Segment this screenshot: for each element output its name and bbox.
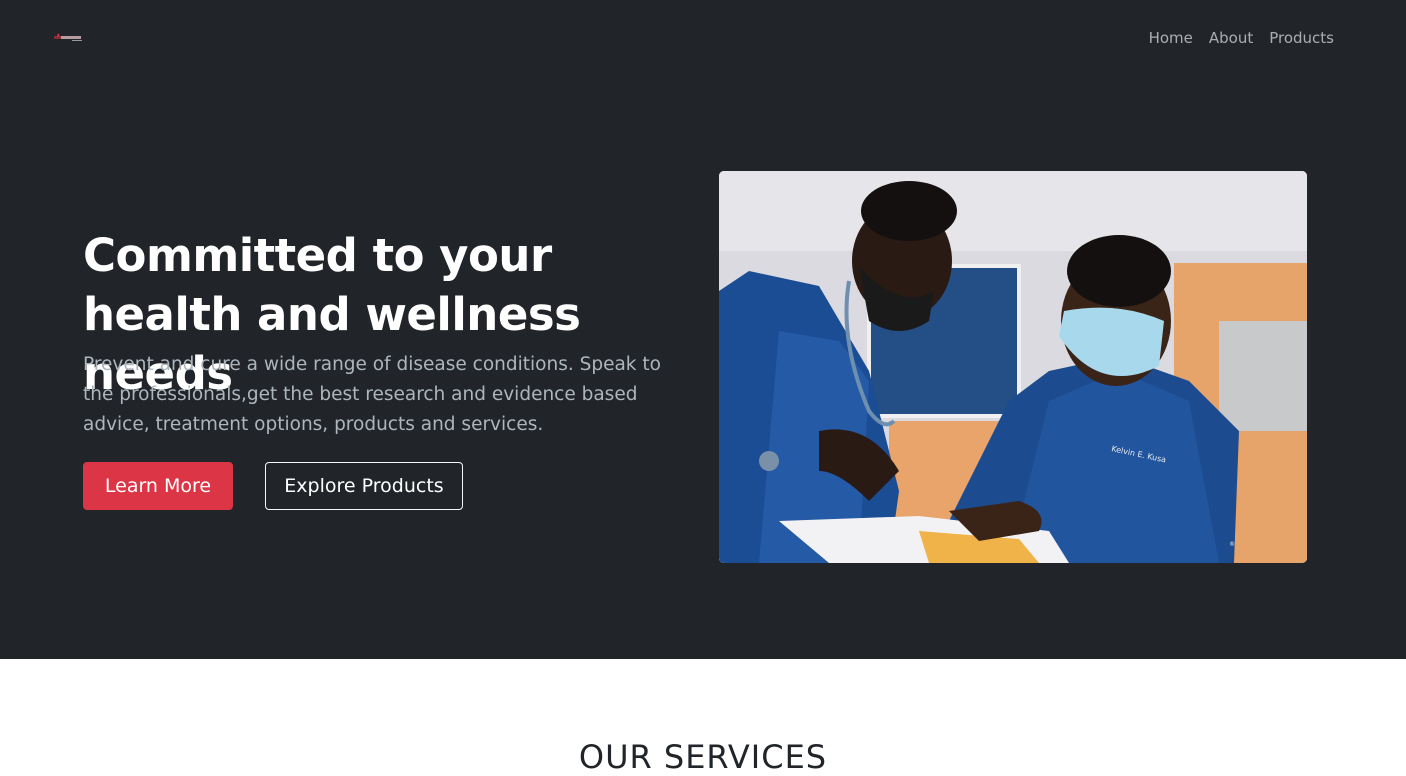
- brand-logo-icon: [54, 33, 82, 41]
- brand-logo[interactable]: [52, 31, 84, 43]
- svg-text:®: ®: [1229, 541, 1235, 548]
- explore-products-button[interactable]: Explore Products: [265, 462, 463, 510]
- learn-more-button[interactable]: Learn More: [83, 462, 233, 510]
- hero-lead: Prevent and cure a wide range of disease…: [83, 354, 661, 435]
- nav-link-home[interactable]: Home: [1149, 28, 1193, 48]
- hero-section: Home About Products Committed to your he…: [0, 0, 1406, 659]
- nav-link-about[interactable]: About: [1209, 28, 1253, 48]
- services-title: OUR SERVICES: [578, 738, 828, 776]
- nav-link-products[interactable]: Products: [1269, 28, 1334, 48]
- hero-image: Kelvin E. Kusa ®: [719, 171, 1307, 563]
- main-nav: Home About Products: [1149, 28, 1334, 48]
